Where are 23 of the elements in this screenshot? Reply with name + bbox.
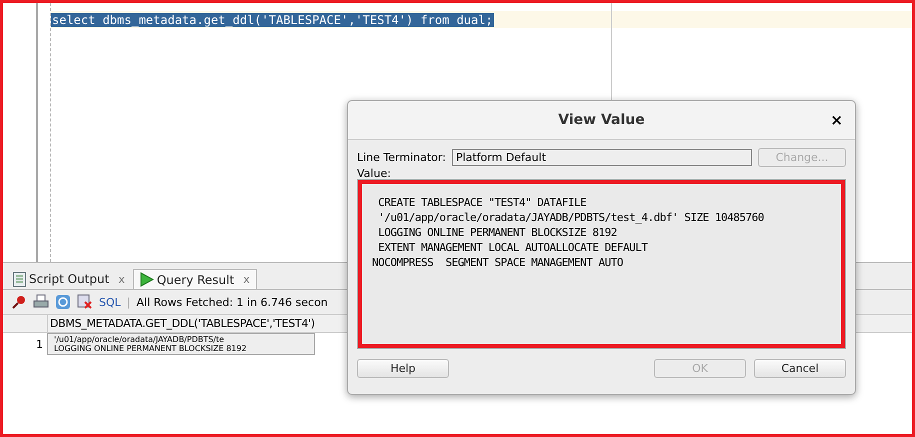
annotation-highlight: CREATE TABLESPACE "TEST4" DATAFILE '/u01/app/oracle/oradata/JAYADB/PDBTS/test_4.dbf' SIZE 10485760 LOGGING ONLINE PERMANENT BLOCKSIZE 8192 EXTENT MANAGEMENT LOCAL AUTOALLOCATE DEFAULT NOCOMPRESS SEGMENT SPACE MANAGEMENT AUTO xyxy=(358,180,845,348)
table-cell: '/u01/app/oracle/oradata/JAYADB/PDBTS/te LOGGING ONLINE PERMANENT BLOCKSIZE 8192 xyxy=(47,333,315,355)
sql-link[interactable]: SQL xyxy=(99,296,121,308)
status-text: All Rows Fetched: 1 in 6.746 secon xyxy=(136,296,328,308)
close-tab-button[interactable]: x xyxy=(243,273,250,286)
result-tab[interactable]: Script Output x xyxy=(7,269,131,289)
separator: | xyxy=(126,296,130,308)
dialog-title: View Value xyxy=(558,112,645,128)
document-icon xyxy=(13,272,26,286)
play-icon xyxy=(140,272,154,287)
field-label: Value: xyxy=(357,168,392,179)
result-tab[interactable]: Query Result x xyxy=(132,269,257,289)
row-number: 1 xyxy=(35,336,44,352)
delete-icon[interactable] xyxy=(77,294,93,310)
column-header: DBMS_METADATA.GET_DDL('TABLESPACE','TEST4') xyxy=(47,315,317,332)
dialog-button[interactable]: Help xyxy=(357,359,449,378)
pin-icon[interactable] xyxy=(11,294,27,310)
close-tab-button[interactable]: x xyxy=(118,272,125,286)
printer-icon[interactable] xyxy=(33,294,49,310)
dialog-button[interactable]: Cancel xyxy=(754,359,846,378)
field-label: Line Terminator: xyxy=(357,151,446,164)
input-field[interactable]: Platform Default xyxy=(452,149,752,166)
close-button[interactable]: × xyxy=(830,111,843,129)
